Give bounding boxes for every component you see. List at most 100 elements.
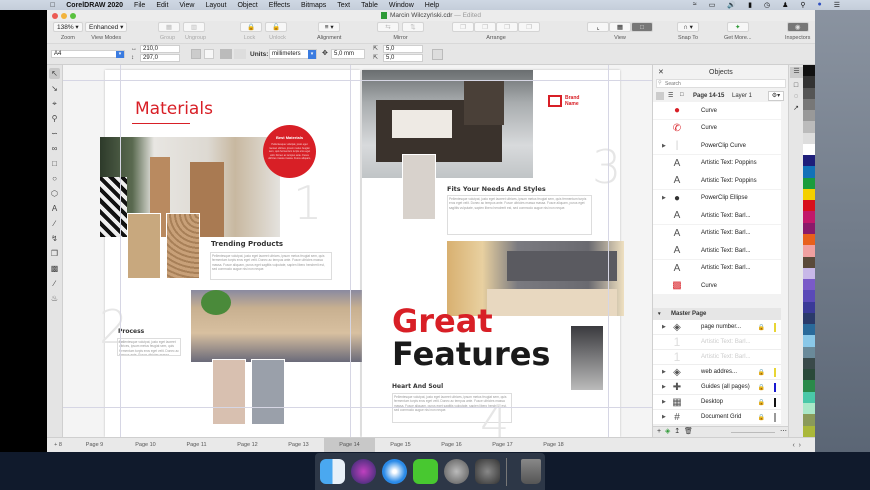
artistic-media-tool-icon[interactable]: ∞: [49, 143, 60, 154]
page-tab[interactable]: Page 10: [120, 438, 171, 452]
new-master-layer-icon[interactable]: ◈: [665, 428, 670, 435]
apple-menu-icon[interactable]: : [50, 2, 55, 9]
page-tab[interactable]: Page 14: [324, 438, 375, 452]
palette-swatch[interactable]: [803, 425, 815, 437]
object-list-item[interactable]: A Artistic Text: Poppins: [653, 154, 781, 172]
rulers-button[interactable]: ⌞: [587, 22, 609, 32]
menu-object[interactable]: Object: [237, 2, 257, 9]
palette-swatch[interactable]: [803, 369, 815, 381]
master-layer-item[interactable]: 1 Artistic Text: Barl...: [653, 335, 781, 350]
clock-icon[interactable]: ◷: [764, 1, 770, 9]
master-layer-item[interactable]: ▶ ◈ web addres... 🔒: [653, 365, 781, 380]
move-layer-icon[interactable]: ↥: [674, 428, 680, 435]
menu-table[interactable]: Table: [361, 2, 378, 9]
snap-to-dropdown[interactable]: ∩ ▾: [677, 22, 699, 32]
unlock-button[interactable]: 🔓: [265, 22, 287, 32]
object-list-item[interactable]: A Artistic Text: Barl...: [653, 259, 781, 277]
page-tab[interactable]: Page 11: [171, 438, 222, 452]
palette-swatch[interactable]: [803, 256, 815, 268]
app-menu[interactable]: CorelDRAW 2020: [66, 2, 123, 9]
text-tool-icon[interactable]: A: [49, 203, 60, 214]
shape-tool-icon[interactable]: ↘: [49, 83, 60, 94]
ellipse-tool-icon[interactable]: ○: [49, 173, 60, 184]
expand-icon[interactable]: ▶: [662, 195, 666, 201]
expand-icon[interactable]: ▶: [662, 384, 666, 390]
landscape-button[interactable]: [204, 49, 214, 59]
expand-icon[interactable]: ▶: [662, 324, 666, 330]
wifi-icon[interactable]: ≈: [693, 1, 697, 9]
palette-swatch[interactable]: [803, 233, 815, 246]
menu-text[interactable]: Text: [337, 2, 350, 9]
portrait-button[interactable]: [191, 49, 201, 59]
to-back-button[interactable]: ❐: [518, 22, 540, 32]
ungroup-button[interactable]: ▥: [183, 22, 205, 32]
zoom-button[interactable]: [70, 13, 76, 19]
page-tab[interactable]: Page 15: [375, 438, 426, 452]
object-list-item[interactable]: A Artistic Text: Barl...: [653, 242, 781, 259]
launchpad-icon[interactable]: [444, 459, 469, 484]
close-icon[interactable]: ✕: [658, 68, 664, 76]
palette-swatch[interactable]: [803, 188, 815, 201]
view-modes-dropdown[interactable]: Enhanced ▾: [85, 22, 128, 32]
expand-icon[interactable]: ▶: [662, 143, 666, 149]
palette-swatch[interactable]: [803, 346, 815, 358]
palette-swatch[interactable]: [803, 166, 815, 178]
object-list-item[interactable]: ▶ | PowerClip Curve: [653, 137, 781, 154]
guideline[interactable]: [608, 65, 609, 437]
siri-icon[interactable]: ●: [817, 1, 821, 9]
back-one-button[interactable]: ❐: [496, 22, 518, 32]
duplicate-y-input[interactable]: 5,0: [383, 54, 423, 62]
lock-icon[interactable]: 🔒: [758, 369, 765, 376]
inspectors-button[interactable]: ◉: [786, 22, 809, 32]
delete-icon[interactable]: 🗑: [684, 428, 693, 435]
zoom-tool-icon[interactable]: ⚲: [49, 113, 60, 124]
crop-tool-icon[interactable]: ⌖: [49, 98, 60, 109]
treat-as-filled-button[interactable]: [432, 49, 443, 60]
page-view-icon[interactable]: [656, 92, 664, 100]
palette-swatch[interactable]: [803, 267, 815, 280]
palette-swatch[interactable]: [803, 87, 815, 99]
page-tab[interactable]: Page 17: [477, 438, 528, 452]
expand-icon[interactable]: ▶: [662, 399, 666, 405]
palette-swatch[interactable]: [803, 177, 815, 189]
battery-icon[interactable]: ▮: [748, 1, 752, 9]
guideline[interactable]: [63, 407, 652, 408]
search-icon[interactable]: ⚲: [800, 1, 805, 9]
menu-help[interactable]: Help: [425, 2, 439, 9]
page-tab[interactable]: Page 18: [528, 438, 579, 452]
palette-swatch[interactable]: [803, 414, 815, 426]
volume-icon[interactable]: 🔊: [727, 1, 736, 9]
airplay-icon[interactable]: ▭: [709, 1, 716, 9]
lock-icon[interactable]: 🔒: [758, 399, 765, 406]
zoom-dropdown[interactable]: 138% ▾: [53, 22, 83, 32]
palette-swatch[interactable]: [803, 380, 815, 392]
nudge-distance-input[interactable]: 5,0 mm: [331, 49, 365, 59]
master-layer-item[interactable]: ▶ # Document Grid 🔒: [653, 410, 781, 425]
object-list-item[interactable]: ▶ ● PowerClip Ellipse: [653, 189, 781, 207]
object-list-item[interactable]: ● Curve: [653, 102, 781, 119]
palette-swatch[interactable]: [803, 211, 815, 223]
coreldraw-icon[interactable]: [413, 459, 438, 484]
master-layer-item[interactable]: 1 Artistic Text: Barl...: [653, 350, 781, 365]
lock-button[interactable]: 🔒: [240, 22, 262, 32]
page-tab[interactable]: Page 9: [69, 438, 120, 452]
palette-swatch[interactable]: [803, 110, 815, 122]
more-icon[interactable]: ⋯: [780, 427, 787, 435]
object-list-item[interactable]: ▩ Curve: [653, 277, 781, 294]
drawing-canvas[interactable]: Materials Best Materials Pellentesque vo…: [63, 65, 652, 437]
to-front-button[interactable]: ❐: [452, 22, 474, 32]
palette-swatch[interactable]: [803, 143, 815, 156]
group-button[interactable]: ▦: [158, 22, 180, 32]
polygon-tool-icon[interactable]: ⬡: [49, 188, 60, 199]
palette-swatch[interactable]: [803, 312, 815, 325]
guideline[interactable]: [120, 65, 121, 437]
menu-effects[interactable]: Effects: [269, 2, 290, 9]
connector-tool-icon[interactable]: ↯: [49, 233, 60, 244]
palette-swatch[interactable]: [803, 357, 815, 370]
master-layer-item[interactable]: ▶ ✚ Guides (all pages) 🔒: [653, 380, 781, 395]
eyedropper-tool-icon[interactable]: ∕: [49, 278, 60, 289]
page-tab[interactable]: Page 12: [222, 438, 273, 452]
properties-tab-icon[interactable]: ◌: [789, 93, 803, 100]
palette-swatch[interactable]: [803, 200, 815, 212]
guidelines-button[interactable]: □: [631, 22, 653, 32]
